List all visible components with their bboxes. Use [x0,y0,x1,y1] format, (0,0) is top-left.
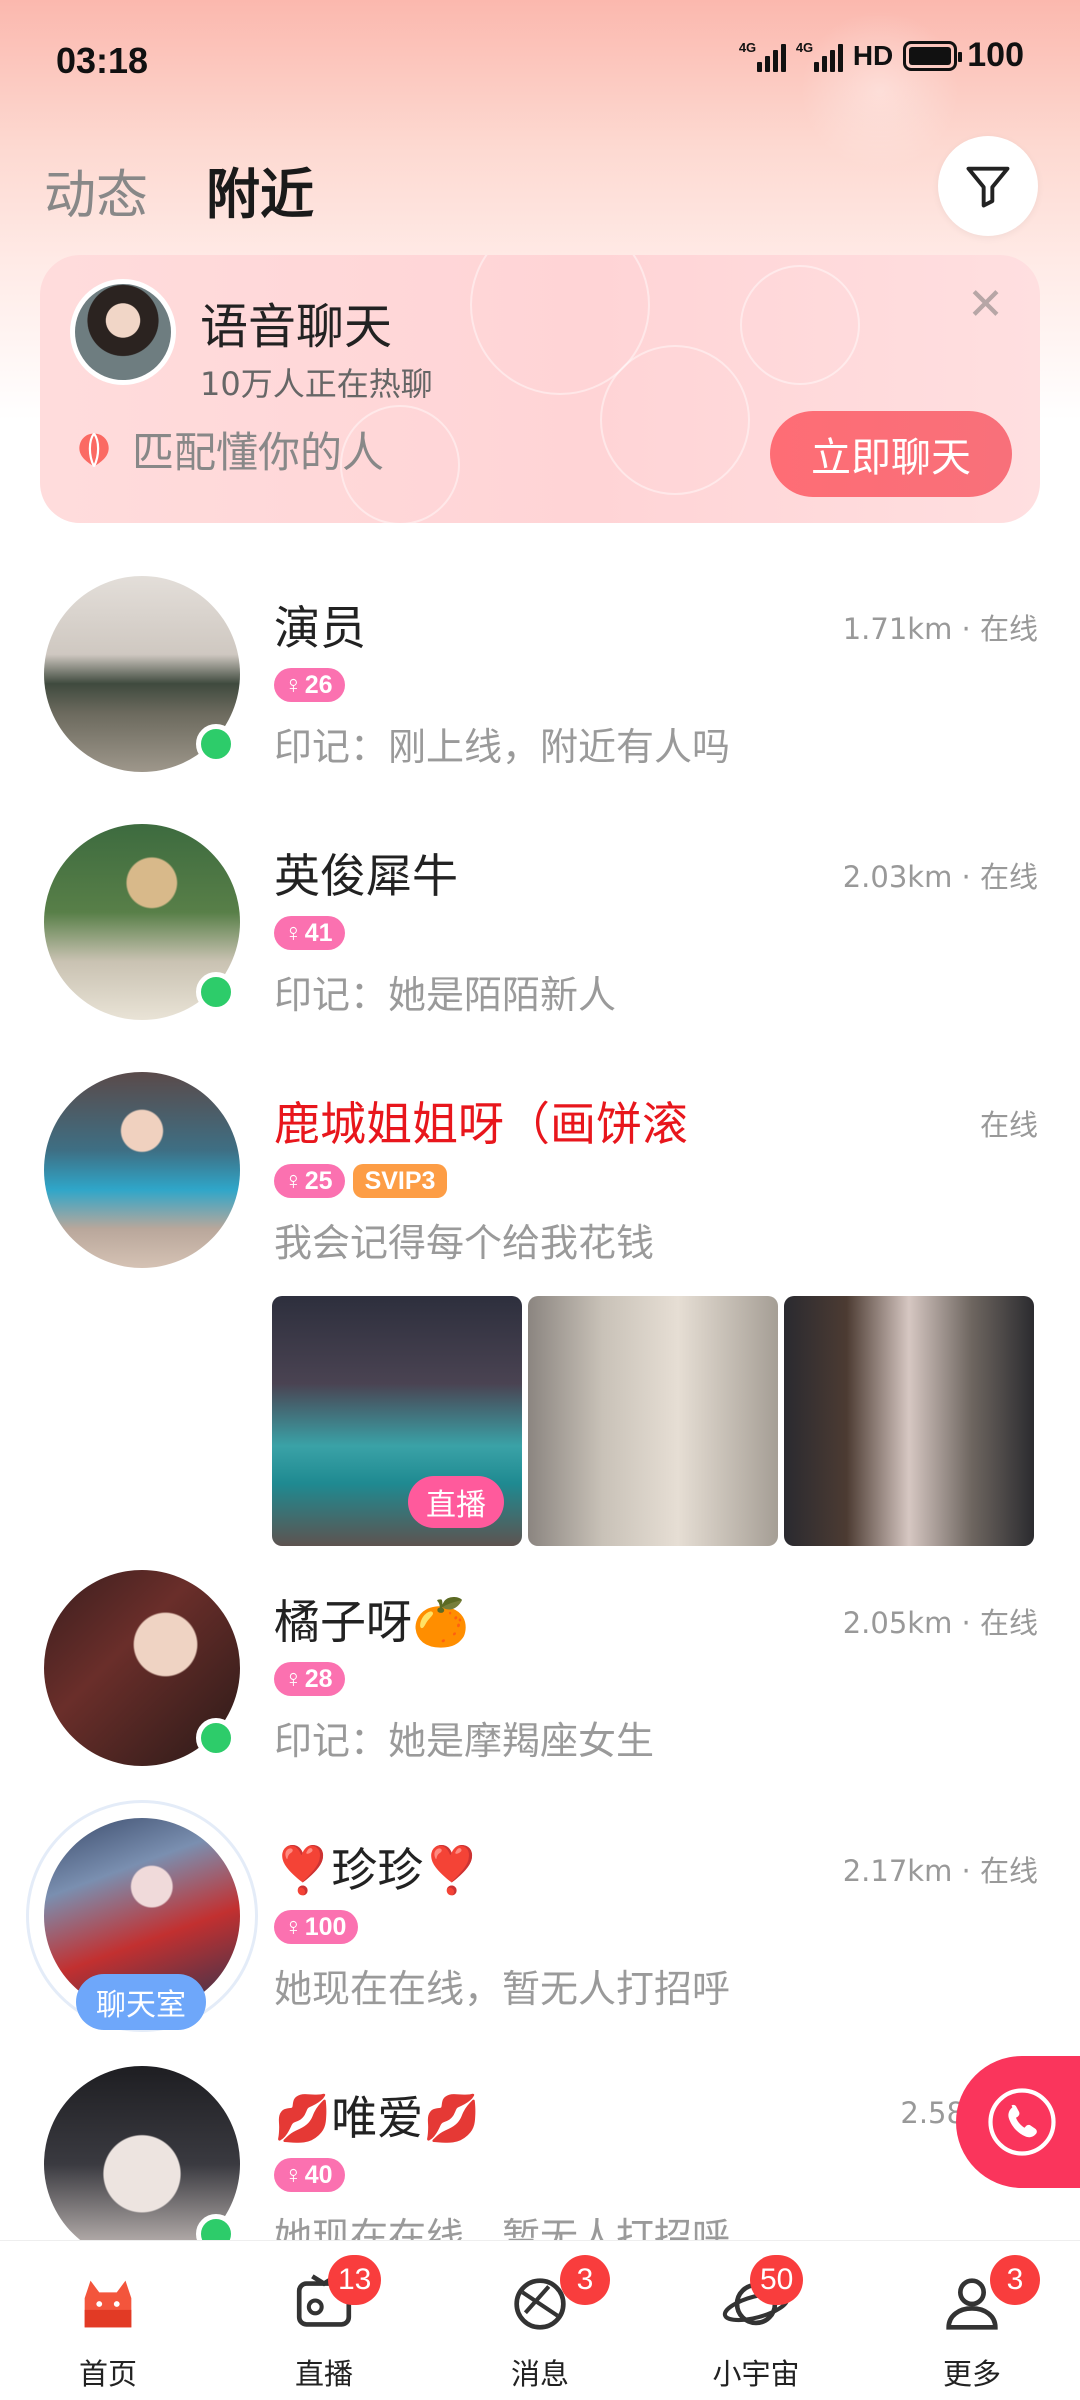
match-icon [79,432,109,467]
age-tag: ♀ 41 [274,916,345,950]
photo-thumbnail[interactable]: 直播 [272,1296,522,1546]
signal-icon: 4G [739,40,786,72]
user-name: ❣️珍珍❣️ [274,1843,481,1897]
status-bar: 03:18 4G 4G HD 100 [0,0,1080,120]
user-name: 鹿城姐姐呀（画饼滚 [274,1097,688,1151]
online-indicator [196,724,236,764]
filter-icon [966,166,1010,208]
user-tags: ♀ 100 [274,1910,359,1944]
status-time: 03:18 [56,40,149,81]
voice-chat-banner[interactable]: 语音聊天 10万人正在热聊 匹配懂你的人 ✕ 立即聊天 [40,255,1040,523]
hd-label: HD [852,39,894,71]
age-tag: ♀ 25 [274,1164,345,1198]
user-signature: 她现在在线，暂无人打招呼 [274,1967,731,2011]
user-signature: 我会记得每个给我花钱 [274,1221,655,1265]
notification-badge: 50 [750,2255,804,2305]
signal-icon: 4G [796,40,843,72]
user-name: 演员 [274,601,366,655]
user-tags: ♀ 40 [274,2158,345,2192]
user-distance: 在线 [979,1108,1038,1142]
age-tag: ♀ 28 [274,1662,345,1696]
chatroom-badge[interactable]: 聊天室 [76,1974,206,2030]
chat-now-button[interactable]: 立即聊天 [770,411,1012,497]
status-indicators: 4G 4G HD 100 [739,36,1024,75]
home-icon [84,2280,132,2328]
user-distance: 2.17km · 在线 [842,1854,1038,1888]
nav-more[interactable]: 3 更多 [892,2241,1052,2400]
user-distance: 2.03km · 在线 [842,860,1038,894]
battery-icon [903,40,963,71]
user-distance: 2.05km · 在线 [842,1606,1038,1640]
user-signature: 印记：她是摩羯座女生 [274,1719,655,1763]
tab-feed[interactable]: 动态 [44,153,148,228]
photo-thumbnail[interactable] [784,1296,1034,1546]
bottom-nav: 首页 13 直播 3 消息 50 小宇宙 3 更多 [0,2240,1080,2400]
female-icon: ♀ [284,918,303,947]
notification-badge: 13 [328,2255,382,2305]
photo-strip: 直播 [272,1296,1034,1546]
female-icon: ♀ [284,2160,303,2189]
tab-nearby[interactable]: 附近 [206,150,314,229]
female-icon: ♀ [284,1912,303,1941]
nav-home[interactable]: 首页 [28,2241,188,2400]
live-badge: 直播 [408,1476,504,1528]
banner-title: 语音聊天 [200,299,393,355]
floating-call-button[interactable] [956,2056,1080,2188]
notification-badge: 3 [990,2255,1040,2305]
banner-avatar [70,279,176,385]
photo-thumbnail[interactable] [528,1296,778,1546]
age-tag: ♀ 26 [274,668,345,702]
banner-subtitle: 10万人正在热聊 [200,365,433,403]
close-icon[interactable]: ✕ [967,283,1004,327]
user-signature: 印记：刚上线，附近有人吗 [274,725,731,769]
female-icon: ♀ [284,1166,303,1195]
banner-match: 匹配懂你的人 [72,419,384,480]
user-name: 英俊犀牛 [274,849,458,903]
user-tags: ♀ 26 [274,668,345,702]
user-signature: 印记：她是陌陌新人 [274,973,617,1017]
age-tag: ♀ 40 [274,2158,345,2192]
female-icon: ♀ [284,670,303,699]
age-tag: ♀ 100 [274,1910,359,1944]
phone-icon [988,2088,1056,2156]
online-indicator [196,972,236,1012]
svip-tag: SVIP3 [352,1164,448,1198]
female-icon: ♀ [284,1664,303,1693]
nav-messages[interactable]: 3 消息 [460,2241,620,2400]
battery-level: 100 [967,36,1024,74]
user-tags: ♀ 41 [274,916,345,950]
online-indicator [196,1718,236,1758]
user-distance: 1.71km · 在线 [842,612,1038,646]
nav-live[interactable]: 13 直播 [244,2241,404,2400]
avatar[interactable] [44,1072,240,1268]
user-tags: ♀ 25 SVIP3 [274,1164,448,1198]
filter-button[interactable] [938,136,1038,236]
top-tabs: 动态 附近 [44,150,314,229]
nav-universe[interactable]: 50 小宇宙 [676,2241,836,2400]
user-name: 💋唯爱💋 [274,2091,481,2145]
user-name: 橘子呀🍊 [274,1595,470,1649]
user-tags: ♀ 28 [274,1662,345,1696]
notification-badge: 3 [560,2255,610,2305]
